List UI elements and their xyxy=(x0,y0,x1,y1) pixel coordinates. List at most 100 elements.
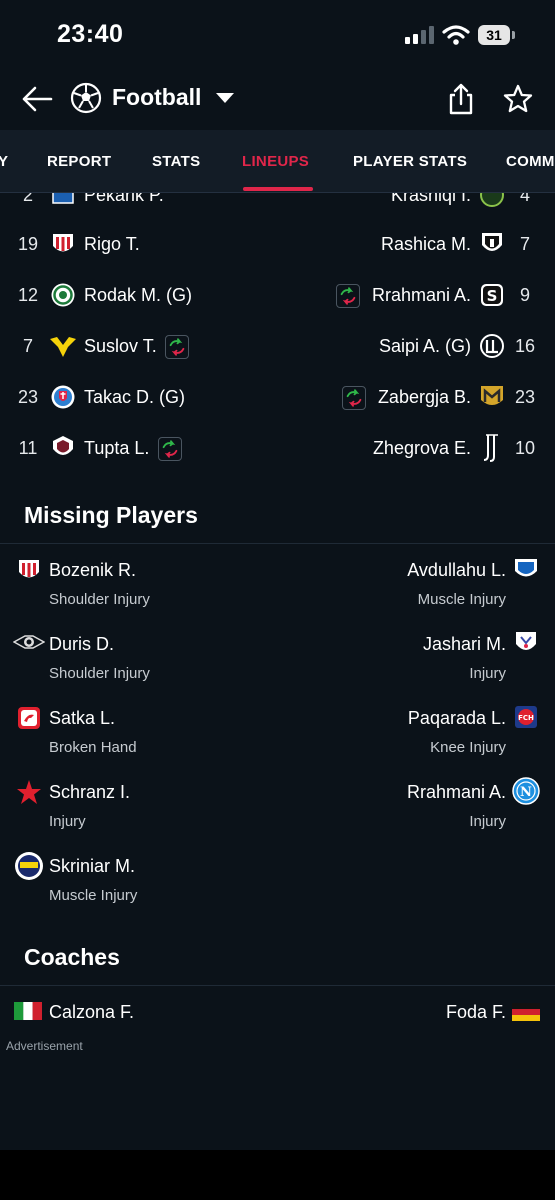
hertha-crest-icon xyxy=(52,193,74,204)
missing-away-name: Paqarada L. xyxy=(407,708,506,728)
missing-away-reason: Injury xyxy=(469,813,506,830)
lineup-row[interactable]: 23 Takac D. (G) Zabergja B. 23 xyxy=(0,372,555,422)
away-shirt-number: 16 xyxy=(514,336,536,356)
battery-tip xyxy=(512,31,515,39)
away-player-name: Rashica M. xyxy=(380,234,471,254)
status-time: 23:40 xyxy=(57,20,124,48)
fenerbahce-crest-icon xyxy=(15,852,43,880)
tab-report[interactable]: REPORT xyxy=(47,153,111,170)
club-crest-icon xyxy=(13,635,45,649)
away-player-name: Zhegrova E. xyxy=(372,438,471,458)
missing-away-reason: Muscle Injury xyxy=(417,591,506,608)
away-shirt-number: 7 xyxy=(519,234,530,254)
home-player-name: Tupta L. xyxy=(84,438,150,458)
slovan-crest-icon xyxy=(51,385,75,409)
home-player-name: Rodak M. (G) xyxy=(84,285,193,305)
chevron-down-icon[interactable] xyxy=(216,93,234,103)
battery-indicator: 31 xyxy=(478,25,510,45)
active-tab-indicator xyxy=(243,187,313,191)
missing-away-name: Jashari M. xyxy=(422,634,506,654)
away-player-name: Zabergja B. xyxy=(377,387,471,407)
away-shirt-number: 23 xyxy=(514,387,536,407)
home-player-name: Pekarik P. xyxy=(84,193,164,205)
missing-home-name: Satka L. xyxy=(49,708,116,728)
samsunspor-crest-icon xyxy=(18,707,40,729)
home-shirt-number: 12 xyxy=(17,285,39,305)
club-crest-icon: S xyxy=(481,284,503,306)
juventus-crest-icon xyxy=(483,434,498,462)
club-crest-icon xyxy=(480,193,504,207)
favorite-star-icon[interactable] xyxy=(502,83,534,115)
missing-home-reason: Shoulder Injury xyxy=(49,591,150,608)
status-bar: 23:40 31 xyxy=(0,0,555,70)
stoke-crest-icon xyxy=(19,560,39,578)
missing-home-name: Bozenik R. xyxy=(49,560,137,580)
coaches-row[interactable]: Calzona F. Foda F. xyxy=(0,997,555,1033)
tab-stats[interactable]: STATS xyxy=(152,153,200,170)
advertisement-label: Advertisement xyxy=(6,1039,83,1053)
missing-player-row[interactable]: Duris D. Shoulder Injury Jashari M. Inju… xyxy=(0,629,555,701)
coaches-heading: Coaches xyxy=(24,944,120,970)
home-shirt-number: 23 xyxy=(17,387,39,407)
missing-player-row[interactable]: Schranz I. Injury Rrahmani A. Injury N xyxy=(0,777,555,849)
tab-player-stats[interactable]: PLAYER STATS xyxy=(353,153,467,170)
svg-text:S: S xyxy=(487,287,498,305)
substitution-icon xyxy=(165,335,189,359)
away-shirt-number: 10 xyxy=(514,438,536,458)
lineup-row[interactable]: 12 Rodak M. (G) Rrahmani A. S 9 xyxy=(0,270,555,320)
away-shirt-number: 4 xyxy=(519,193,530,205)
sport-selector-title[interactable]: Football xyxy=(112,84,201,111)
verona-crest-icon xyxy=(50,337,76,357)
substitution-icon xyxy=(158,437,182,461)
section-divider xyxy=(0,985,555,986)
lineup-row[interactable]: 19 Rigo T. Rashica M. 7 xyxy=(0,219,555,269)
back-arrow-icon[interactable] xyxy=(20,84,54,114)
missing-players-heading: Missing Players xyxy=(24,502,198,528)
missing-home-name: Skriniar M. xyxy=(49,856,136,876)
tab-bar: Y REPORT STATS LINEUPS PLAYER STATS COMM xyxy=(0,130,555,193)
missing-away-name: Rrahmani A. xyxy=(406,782,506,802)
football-icon[interactable] xyxy=(70,82,102,114)
away-shirt-number: 9 xyxy=(519,285,530,305)
home-shirt-number: 7 xyxy=(22,336,33,356)
missing-home-reason: Shoulder Injury xyxy=(49,665,150,682)
germany-flag-icon xyxy=(512,1003,540,1021)
tab-commentary[interactable]: COMM xyxy=(506,153,555,170)
home-coach-name: Calzona F. xyxy=(49,1002,135,1022)
lineup-row[interactable]: 7 Suslov T. Saipi A. (G) 16 xyxy=(0,321,555,371)
missing-player-row[interactable]: Satka L. Broken Hand Paqarada L. Knee In… xyxy=(0,703,555,775)
substitution-icon xyxy=(336,284,360,308)
hoffenheim-crest-icon xyxy=(515,559,537,577)
club-crest-icon xyxy=(51,283,75,307)
slavia-star-icon xyxy=(17,780,41,804)
bottom-bar xyxy=(0,1150,555,1200)
lineup-row[interactable]: 11 Tupta L. Zhegrova E. 10 xyxy=(0,423,555,473)
missing-player-row[interactable]: Skriniar M. Muscle Injury xyxy=(0,851,555,923)
home-player-name: Rigo T. xyxy=(84,234,140,254)
missing-home-name: Schranz I. xyxy=(49,782,131,802)
away-player-name: Rrahmani A. xyxy=(371,285,471,305)
besiktas-crest-icon xyxy=(482,233,502,251)
cellular-signal-icon xyxy=(405,26,434,44)
home-player-name: Takac D. (G) xyxy=(84,387,186,407)
missing-home-reason: Injury xyxy=(49,813,86,830)
substitution-icon xyxy=(342,386,366,410)
napoli-crest-icon: N xyxy=(512,777,540,805)
club-crest-icon xyxy=(480,334,504,358)
share-icon[interactable] xyxy=(446,82,476,116)
tab-summary[interactable]: Y xyxy=(0,153,8,170)
away-player-name: Krasniqi I. xyxy=(390,193,471,205)
missing-player-row[interactable]: Bozenik R. Shoulder Injury Avdullahu L. … xyxy=(0,555,555,627)
club-crest-icon xyxy=(516,632,536,650)
missing-away-reason: Knee Injury xyxy=(430,739,506,756)
tab-lineups[interactable]: LINEUPS xyxy=(242,153,309,170)
italy-flag-icon xyxy=(14,1002,42,1020)
away-coach-name: Foda F. xyxy=(445,1002,506,1022)
club-crest-icon xyxy=(481,386,503,405)
lineups-content: 2 Pekarik P. Krasniqi I. 4 19 Rigo T. Ra… xyxy=(0,193,555,1033)
svg-text:FCH: FCH xyxy=(518,714,534,722)
missing-home-reason: Broken Hand xyxy=(49,739,137,756)
away-player-name: Saipi A. (G) xyxy=(378,336,471,356)
missing-home-reason: Muscle Injury xyxy=(49,887,138,904)
svg-text:N: N xyxy=(520,785,532,800)
